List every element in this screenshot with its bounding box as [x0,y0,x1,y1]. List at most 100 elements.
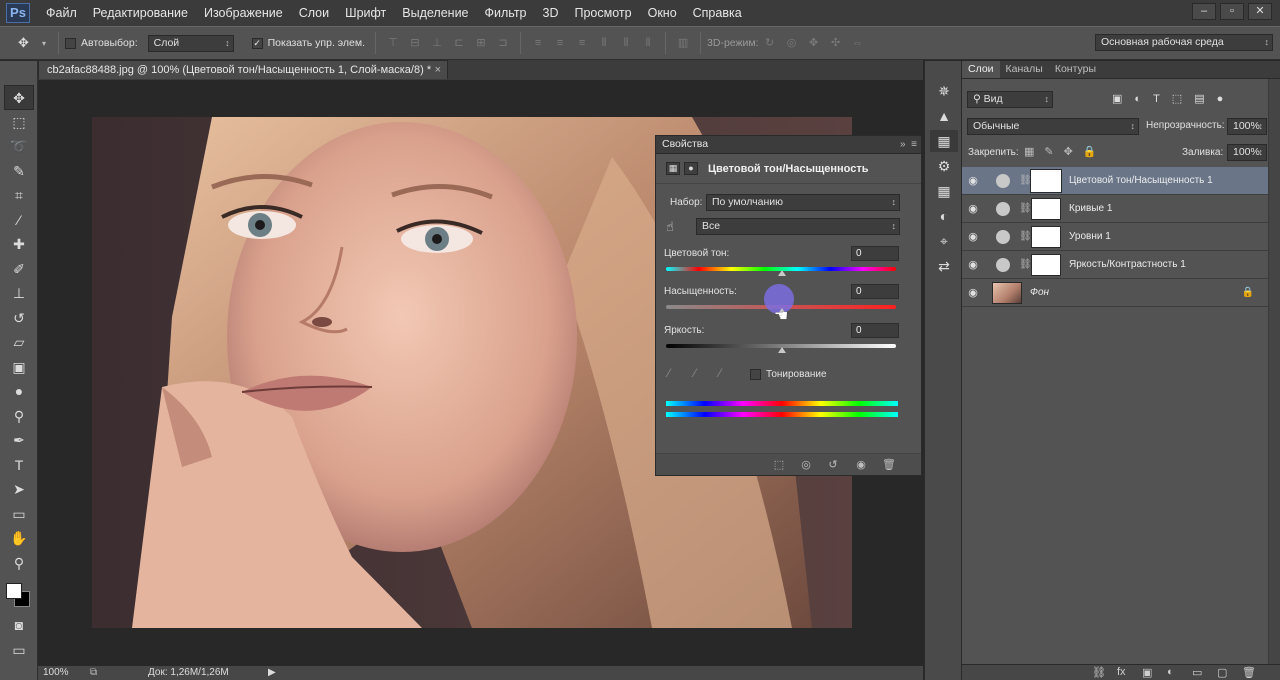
close-button[interactable]: ✕ [1248,3,1272,20]
menu-type[interactable]: Шрифт [337,0,394,26]
adjustments-icon[interactable]: ▦ [930,130,958,152]
align-left-icon[interactable]: ⊏ [452,36,466,50]
menu-edit[interactable]: Редактирование [85,0,196,26]
adjustment-layer-icon[interactable]: ▦ [666,162,680,175]
type-tool-icon[interactable]: T [4,453,34,478]
colorize-checkbox[interactable] [750,369,761,380]
filter-shape-icon[interactable]: ⬚ [1172,92,1182,105]
layer-name[interactable]: Цветовой тон/Насыщенность 1 [1069,175,1213,186]
3d-roll-icon[interactable]: ◎ [785,36,799,50]
history-brush-tool-icon[interactable]: ↺ [4,306,34,331]
healing-brush-tool-icon[interactable]: ✚ [4,232,34,257]
visibility-eye-icon[interactable]: ◉ [962,286,984,299]
new-group-icon[interactable]: ▭ [1192,666,1202,679]
dodge-tool-icon[interactable]: ⚲ [4,404,34,429]
marquee-tool-icon[interactable]: ⬚ [4,110,34,135]
add-mask-icon[interactable]: ▣ [1142,666,1152,679]
3d-rotate-icon[interactable]: ↻ [763,36,777,50]
menu-image[interactable]: Изображение [196,0,291,26]
layer-mask-thumbnail[interactable] [1031,197,1061,220]
clip-to-layer-icon[interactable]: ⬚ [772,458,786,472]
visibility-eye-icon[interactable]: ◉ [962,258,984,271]
document-tab[interactable]: cb2afac88488.jpg @ 100% (Цветовой тон/На… [38,60,448,79]
history-icon[interactable]: ⌖ [930,230,958,252]
layer-row-background[interactable]: ◉ Фон 🔒 [962,279,1268,307]
new-layer-icon[interactable]: ▢ [1217,666,1227,679]
visibility-eye-icon[interactable]: ◉ [962,202,984,215]
move-tool-icon[interactable]: ✥ [4,85,34,110]
status-icon[interactable]: ⧉ [90,666,97,680]
menu-layers[interactable]: Слои [291,0,337,26]
distribute-right-icon[interactable]: ⦀ [641,36,655,50]
3d-scale-icon[interactable]: ⇔ [851,36,865,50]
zoom-level[interactable]: 100% [43,666,69,680]
layer-name[interactable]: Уровни 1 [1069,231,1111,242]
fill-input[interactable]: 100% [1227,144,1267,161]
link-layers-icon[interactable]: ⛓ [1092,666,1106,679]
filter-adjustment-icon[interactable]: ◐ [1134,93,1141,105]
lock-pixels-icon[interactable]: ✎ [1044,145,1053,158]
blur-tool-icon[interactable]: ● [4,379,34,404]
distribute-left-icon[interactable]: ⦀ [597,36,611,50]
layer-row-curves[interactable]: ◉ ⛓ Кривые 1 [962,195,1268,223]
mask-link-icon[interactable]: ⛓ [1019,175,1032,186]
zoom-tool-icon[interactable]: ⚲ [4,551,34,576]
targeted-adjustment-hand-icon[interactable]: ☝ [666,219,674,235]
3d-pan-icon[interactable]: ✥ [807,36,821,50]
layer-name[interactable]: Яркость/Контрастность 1 [1069,259,1186,270]
menu-file[interactable]: Файл [38,0,85,26]
lock-transparency-icon[interactable]: ▦ [1024,145,1034,158]
menu-window[interactable]: Окно [640,0,685,26]
tab-paths[interactable]: Контуры [1049,61,1102,78]
hue-input[interactable]: 0 [851,246,899,261]
eyedropper-icon[interactable]: ⁄ [668,366,670,380]
delete-adjustment-icon[interactable]: 🗑 [882,458,896,472]
hue-slider-thumb[interactable] [778,270,786,276]
align-top-icon[interactable]: ⊤ [386,36,400,50]
actions-icon[interactable]: ⇄ [930,255,958,277]
minimize-button[interactable]: – [1192,3,1216,20]
mask-link-icon[interactable]: ⛓ [1019,231,1032,242]
layer-filter-dropdown[interactable]: ⚲ Вид [967,91,1053,108]
align-bottom-icon[interactable]: ⊥ [430,36,444,50]
panel-collapse-icon[interactable]: » ≡ [900,136,917,153]
opacity-input[interactable]: 100% [1227,118,1267,135]
auto-align-icon[interactable]: ▥ [676,36,690,50]
channel-mixer-icon[interactable]: ◐ [930,205,958,227]
quick-mask-icon[interactable]: ◙ [4,613,34,638]
layer-style-icon[interactable]: fx [1117,666,1126,678]
menu-help[interactable]: Справка [685,0,750,26]
show-controls-checkbox[interactable]: ✓ [251,37,263,49]
distribute-bottom-icon[interactable]: ≡ [575,36,589,50]
quick-select-tool-icon[interactable]: ✎ [4,159,34,184]
filter-pixel-icon[interactable]: ▣ [1112,92,1122,105]
blend-mode-dropdown[interactable]: Обычные [967,118,1139,135]
new-adjustment-icon[interactable]: ◐ [1167,666,1174,678]
autoselect-checkbox[interactable] [65,37,76,49]
menu-view[interactable]: Просмотр [567,0,640,26]
distribute-top-icon[interactable]: ≡ [531,36,545,50]
align-hcenter-icon[interactable]: ⊞ [474,36,488,50]
lasso-tool-icon[interactable]: ➰ [4,134,34,159]
preset-dropdown[interactable]: По умолчанию [706,194,900,211]
view-previous-state-icon[interactable]: ◎ [799,458,813,472]
tab-layers[interactable]: Слои [962,61,1000,78]
align-vcenter-icon[interactable]: ⊟ [408,36,422,50]
move-tool-icon[interactable]: ✥ [18,35,42,51]
reset-icon[interactable]: ↺ [826,458,840,472]
layer-name[interactable]: Кривые 1 [1069,203,1112,214]
gradient-tool-icon[interactable]: ▣ [4,355,34,380]
brush-tool-icon[interactable]: ✐ [4,257,34,282]
styles-icon[interactable]: ⚙ [930,155,958,177]
clone-stamp-tool-icon[interactable]: ⊥ [4,281,34,306]
screen-mode-icon[interactable]: ▭ [4,638,34,663]
menu-filter[interactable]: Фильтр [477,0,535,26]
foreground-color-swatch[interactable] [6,583,22,599]
layer-name[interactable]: Фон [1030,287,1049,298]
tool-preset-chevron-icon[interactable]: ▾ [42,39,52,48]
color-icon[interactable]: ▲ [930,105,958,127]
close-tab-icon[interactable]: × [435,61,441,79]
hand-tool-icon[interactable]: ✋ [4,526,34,551]
eyedropper-tool-icon[interactable]: ⁄ [4,208,34,233]
layer-row-levels[interactable]: ◉ ⛓ Уровни 1 [962,223,1268,251]
